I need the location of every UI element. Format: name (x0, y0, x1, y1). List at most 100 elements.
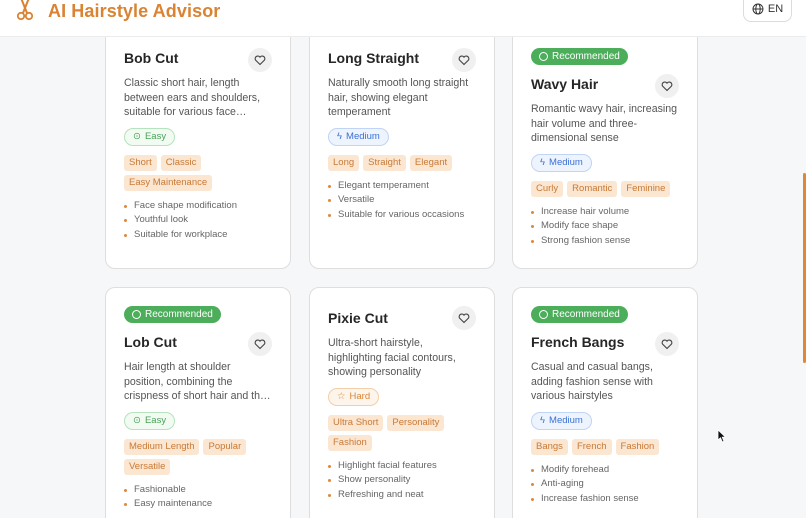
feature-item: Increase hair volume (531, 205, 679, 220)
tag: Bangs (531, 438, 568, 455)
check-circle-icon (539, 52, 548, 61)
difficulty-badge: ⊙ Easy (124, 127, 176, 146)
difficulty-label: Hard (349, 391, 371, 402)
difficulty-badge: ϟ Medium (328, 127, 389, 146)
feature-item: Highlight facial features (328, 459, 476, 474)
difficulty-badge: ϟ Medium (531, 411, 592, 430)
tag: Versatile (124, 458, 171, 475)
tag: Ultra Short (328, 414, 384, 431)
difficulty-label: Medium (346, 131, 380, 142)
scissors-icon (16, 0, 34, 21)
difficulty-label: Medium (549, 415, 583, 426)
feature-list: Increase hair volume Modify face shape S… (531, 205, 679, 249)
favorite-button[interactable] (452, 48, 476, 72)
lightning-icon: ϟ (540, 415, 546, 426)
card-description: Ultra-short hairstyle, highlighting faci… (328, 337, 456, 378)
hairstyle-card-wavy-hair[interactable]: Recommended Wavy Hair Romantic wavy hair… (512, 23, 698, 269)
favorite-button[interactable] (655, 332, 679, 356)
heart-icon (254, 339, 266, 350)
tag: Fashion (328, 434, 372, 451)
hairstyle-card-pixie-cut[interactable]: Pixie Cut Ultra-short hairstyle, highlig… (309, 287, 495, 518)
favorite-button[interactable] (248, 332, 272, 356)
feature-item: Easy maintenance (124, 497, 272, 512)
card-description: Casual and casual bangs, adding fashion … (531, 361, 653, 402)
feature-item: Fashionable (124, 483, 272, 498)
tag: Curly (531, 180, 564, 197)
difficulty-badge: ϟ Medium (531, 153, 592, 172)
card-description: Hair length at shoulder position, combin… (124, 361, 271, 402)
heart-icon (254, 55, 266, 66)
feature-item: Youthful look (124, 213, 272, 228)
heart-icon (458, 313, 470, 324)
tag: Personality (387, 414, 445, 431)
card-description: Classic short hair, length between ears … (124, 77, 261, 118)
app-header: AI Hairstyle Advisor EN (0, 0, 806, 37)
feature-item: Versatile (328, 193, 476, 208)
hairstyle-card-french-bangs[interactable]: Recommended French Bangs Casual and casu… (512, 287, 698, 518)
language-button[interactable]: EN (743, 0, 792, 22)
recommended-label: Recommended (145, 309, 213, 320)
favorite-button[interactable] (655, 74, 679, 98)
hairstyle-card-lob-cut[interactable]: Recommended Lob Cut Hair length at shoul… (105, 287, 291, 518)
feature-item: Face shape modification (124, 199, 272, 214)
feature-item: Suitable for various occasions (328, 208, 476, 223)
tag-list: Ultra Short Personality Fashion (328, 414, 476, 451)
feature-item: Show personality (328, 473, 476, 488)
star-icon: ☆ (337, 391, 346, 402)
feature-list: Modify forehead Anti-aging Increase fash… (531, 463, 679, 507)
feature-item: Suitable for workplace (124, 228, 272, 243)
recommended-badge: Recommended (531, 306, 628, 323)
globe-icon (752, 3, 764, 15)
feature-item: Modify face shape (531, 219, 679, 234)
hairstyle-card-long-straight[interactable]: Long Straight Naturally smooth long stra… (309, 23, 495, 269)
tag: Straight (363, 154, 406, 171)
recommended-badge: Recommended (124, 306, 221, 323)
feature-item: Strong fashion sense (531, 234, 679, 249)
recommended-badge: Recommended (531, 48, 628, 65)
feature-list: Highlight facial features Show personali… (328, 459, 476, 503)
feature-item: Elegant temperament (328, 179, 476, 194)
tag-list: Curly Romantic Feminine (531, 180, 679, 197)
tag: Fashion (615, 438, 660, 455)
feature-item: Anti-aging (531, 477, 679, 492)
recommended-label: Recommended (552, 309, 620, 320)
card-description: Naturally smooth long straight hair, sho… (328, 77, 469, 118)
check-circle-icon: ⊙ (133, 415, 141, 426)
tag-list: Short Classic Easy Maintenance (124, 154, 272, 191)
feature-item: Refreshing and neat (328, 488, 476, 503)
tag-list: Medium Length Popular Versatile (124, 438, 272, 475)
difficulty-badge: ☆ Hard (328, 387, 380, 406)
heart-icon (661, 339, 673, 350)
tag: Short (124, 154, 157, 171)
tag: Long (328, 154, 360, 171)
app-title: AI Hairstyle Advisor (48, 1, 221, 21)
tag: Classic (160, 154, 202, 171)
recommended-label: Recommended (552, 51, 620, 62)
feature-list: Face shape modification Youthful look Su… (124, 199, 272, 243)
feature-item: Increase fashion sense (531, 492, 679, 507)
difficulty-label: Easy (144, 415, 167, 426)
tag: Easy Maintenance (124, 174, 213, 191)
language-label: EN (767, 3, 784, 15)
lightning-icon: ϟ (540, 157, 546, 168)
check-circle-icon (539, 310, 548, 319)
hairstyle-card-bob-cut[interactable]: Bob Cut Classic short hair, length betwe… (105, 23, 291, 269)
tag: Elegant (409, 154, 453, 171)
heart-icon (661, 81, 673, 92)
difficulty-badge: ⊙ Easy (124, 411, 176, 430)
favorite-button[interactable] (452, 306, 476, 330)
feature-item: Modify forehead (531, 463, 679, 478)
card-description: Romantic wavy hair, increasing hair volu… (531, 103, 678, 144)
tag: Medium Length (124, 438, 200, 455)
tag: Feminine (621, 180, 671, 197)
tag-list: Bangs French Fashion (531, 438, 679, 455)
check-circle-icon (132, 310, 141, 319)
mouse-cursor-icon (717, 429, 727, 443)
check-circle-icon: ⊙ (133, 131, 141, 142)
heart-icon (458, 55, 470, 66)
favorite-button[interactable] (248, 48, 272, 72)
tag: French (571, 438, 612, 455)
feature-list: Elegant temperament Versatile Suitable f… (328, 179, 476, 223)
tag: Popular (203, 438, 247, 455)
difficulty-label: Medium (549, 157, 583, 168)
